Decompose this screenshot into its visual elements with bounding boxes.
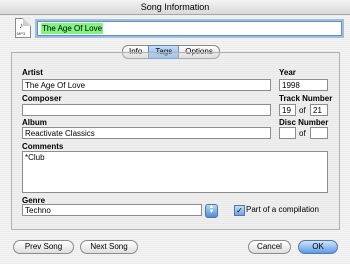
track-total-field[interactable]: 21 — [310, 104, 328, 116]
genre-combo[interactable]: Techno — [22, 204, 202, 216]
disc-number-field[interactable] — [279, 127, 296, 139]
song-information-window: Song Information ♪ MP3 The Age Of Love I… — [0, 0, 350, 264]
album-field[interactable]: Reactivate Classics — [22, 127, 271, 139]
disc-number-label: Disc Number — [279, 118, 329, 127]
track-number-field[interactable]: 19 — [279, 104, 296, 116]
composer-label: Composer — [22, 94, 62, 103]
next-song-button[interactable]: Next Song — [80, 240, 138, 254]
year-label: Year — [279, 68, 296, 77]
genre-dropdown-icon[interactable]: ▲ ▼ — [205, 204, 218, 218]
artist-label: Artist — [22, 68, 43, 77]
year-field[interactable]: 1998 — [279, 79, 328, 91]
compilation-label[interactable]: Part of a compilation — [246, 205, 319, 214]
disc-of-label: of — [299, 129, 306, 138]
song-title-selection: The Age Of Love — [41, 23, 104, 34]
compilation-checkbox[interactable]: ✓ — [234, 205, 245, 216]
comments-field[interactable]: *Club — [22, 151, 328, 193]
file-corner — [23, 18, 31, 26]
composer-field[interactable] — [22, 104, 271, 116]
prev-song-button[interactable]: Prev Song — [13, 240, 74, 254]
comments-label: Comments — [22, 142, 64, 151]
track-number-label: Track Number — [279, 94, 333, 103]
album-label: Album — [22, 118, 47, 127]
artist-field[interactable]: The Age Of Love — [22, 79, 271, 91]
window-title: Song Information — [0, 0, 350, 15]
music-note-icon: ♪ — [19, 21, 23, 30]
mp3-label: MP3 — [17, 31, 26, 36]
song-title-input[interactable]: The Age Of Love — [37, 21, 342, 36]
cancel-button[interactable]: Cancel — [248, 240, 291, 254]
track-of-label: of — [299, 106, 306, 115]
mp3-file-icon: ♪ MP3 — [15, 18, 31, 38]
disc-total-field[interactable] — [310, 127, 328, 139]
ok-button[interactable]: OK — [298, 240, 338, 254]
